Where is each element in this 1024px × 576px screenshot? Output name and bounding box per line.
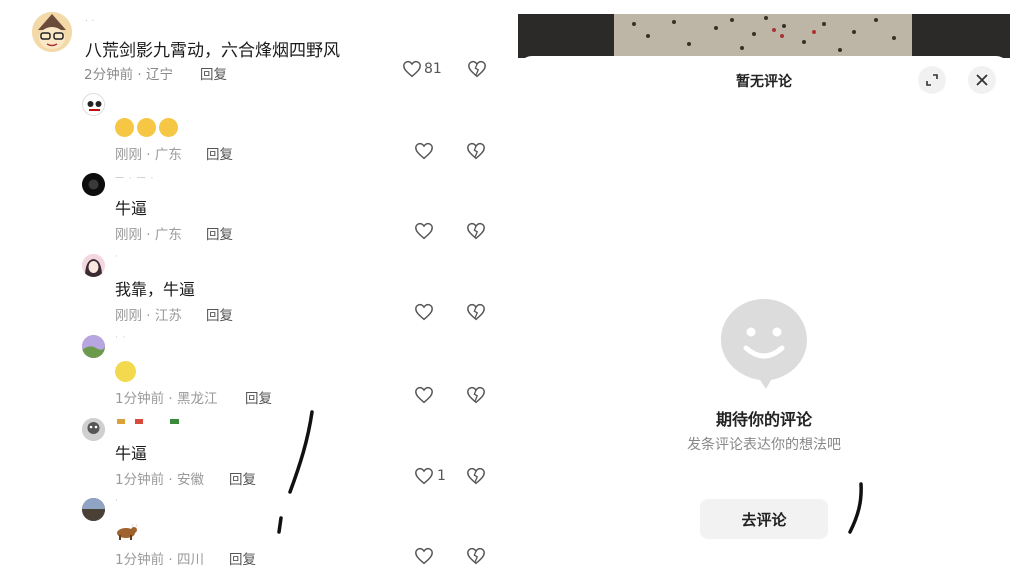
hand-drawn-stroke bbox=[848, 482, 863, 534]
reply-button[interactable]: 回复 bbox=[206, 304, 233, 324]
reply-item: 一 · 一 · 牛逼 刚刚 · 广东 回复 bbox=[82, 173, 502, 243]
dislike-button[interactable] bbox=[466, 303, 486, 321]
like-button[interactable] bbox=[414, 386, 434, 404]
dislike-button[interactable] bbox=[466, 386, 486, 404]
avatar[interactable] bbox=[32, 12, 72, 52]
comment-text: 牛逼 bbox=[115, 444, 148, 463]
crowd-image bbox=[614, 14, 912, 58]
reply-button[interactable]: 回复 bbox=[206, 143, 233, 163]
username-flag-icons bbox=[117, 419, 179, 424]
avatar-image bbox=[82, 498, 105, 521]
reply-item: · 我靠，牛逼 刚刚 · 江苏 回复 bbox=[82, 252, 502, 324]
username[interactable]: · bbox=[115, 252, 119, 262]
like-button[interactable] bbox=[414, 222, 434, 240]
like-count: 81 bbox=[424, 61, 442, 77]
avatar[interactable] bbox=[82, 498, 105, 521]
comment-meta: 刚刚 · 广东 bbox=[115, 227, 182, 243]
like-button[interactable] bbox=[414, 142, 434, 160]
emoji-row bbox=[115, 361, 139, 382]
empty-subtitle: 发条评论表达你的想法吧 bbox=[687, 437, 841, 453]
broken-heart-icon bbox=[467, 386, 485, 404]
avatar[interactable] bbox=[82, 93, 105, 116]
close-button[interactable] bbox=[968, 66, 996, 94]
reply-button[interactable]: 回复 bbox=[245, 387, 272, 407]
heart-icon bbox=[415, 547, 433, 565]
reply-item: 刚刚 · 广东 回复 bbox=[82, 93, 502, 163]
empty-comments-panel: 暂无评论 期待你的评论 发条评论表达你的想法吧 去评论 bbox=[518, 14, 1010, 576]
reply-item: · · 1分钟前 · 黑龙江 回复 bbox=[82, 333, 502, 410]
video-frame bbox=[614, 14, 912, 58]
dislike-button[interactable] bbox=[466, 222, 486, 240]
heart-icon bbox=[415, 303, 433, 321]
emoji-row bbox=[115, 523, 138, 544]
avatar-image bbox=[82, 173, 105, 196]
broken-heart-icon bbox=[467, 222, 485, 240]
comment-meta: 1分钟前 · 安徽 bbox=[115, 472, 204, 488]
close-icon bbox=[976, 74, 988, 86]
dislike-button[interactable] bbox=[466, 142, 486, 160]
hand-drawn-stroke bbox=[277, 410, 314, 534]
avatar[interactable] bbox=[82, 418, 105, 441]
fearful-face-emoji bbox=[137, 118, 156, 137]
reply-button[interactable]: 回复 bbox=[206, 223, 233, 243]
comment-text: 我靠，牛逼 bbox=[115, 280, 196, 299]
heart-icon bbox=[403, 60, 421, 78]
empty-title: 期待你的评论 bbox=[715, 410, 812, 429]
heart-icon bbox=[415, 467, 433, 485]
broken-heart-icon bbox=[467, 547, 485, 565]
fearful-face-emoji bbox=[159, 118, 178, 137]
username[interactable]: · · bbox=[85, 16, 95, 27]
avatar[interactable] bbox=[82, 335, 105, 358]
expand-icon bbox=[926, 74, 938, 86]
comment-meta: 刚刚 · 江苏 bbox=[115, 308, 182, 324]
comment-sheet: 暂无评论 期待你的评论 发条评论表达你的想法吧 去评论 bbox=[518, 56, 1010, 576]
broken-heart-icon bbox=[467, 142, 485, 160]
avatar-image bbox=[82, 254, 105, 277]
dislike-button[interactable] bbox=[466, 467, 486, 485]
dislike-button[interactable] bbox=[466, 547, 486, 565]
cartoon-avatar-icon bbox=[32, 12, 72, 52]
reply-button[interactable]: 回复 bbox=[229, 468, 256, 488]
comment-text: 八荒剑影九霄动，六合烽烟四野风 bbox=[85, 41, 340, 61]
broken-heart-icon bbox=[468, 60, 486, 78]
username[interactable]: · bbox=[115, 496, 119, 506]
broken-heart-icon bbox=[467, 467, 485, 485]
heart-icon bbox=[415, 222, 433, 240]
comment-meta: 1分钟前 · 黑龙江 bbox=[115, 391, 218, 407]
heart-icon bbox=[415, 142, 433, 160]
emoji-row bbox=[115, 117, 181, 137]
avatar[interactable] bbox=[82, 254, 105, 277]
like-count: 1 bbox=[437, 468, 446, 484]
broken-heart-icon bbox=[467, 303, 485, 321]
reply-button[interactable]: 回复 bbox=[200, 63, 227, 83]
avatar-image bbox=[82, 418, 105, 441]
like-button[interactable]: 1 bbox=[414, 467, 446, 485]
smiley-bubble-icon bbox=[721, 299, 807, 389]
smiling-face-emoji bbox=[115, 361, 136, 382]
username[interactable] bbox=[115, 416, 185, 429]
avatar[interactable] bbox=[82, 173, 105, 196]
go-comment-button[interactable]: 去评论 bbox=[700, 499, 828, 539]
expand-button[interactable] bbox=[918, 66, 946, 94]
heart-icon bbox=[415, 386, 433, 404]
video-preview[interactable] bbox=[518, 14, 1010, 58]
comment-meta: 2分钟前 · 辽宁 bbox=[84, 67, 173, 83]
comment-meta: 刚刚 · 广东 bbox=[115, 147, 182, 163]
ox-emoji bbox=[117, 523, 138, 540]
username[interactable]: 一 · 一 · bbox=[115, 171, 154, 184]
like-button[interactable] bbox=[414, 303, 434, 321]
top-comment: · · 八荒剑影九霄动，六合烽烟四野风 2分钟前 · 辽宁 回复 81 bbox=[30, 10, 500, 90]
avatar-image bbox=[82, 335, 105, 358]
fearful-face-emoji bbox=[115, 118, 134, 137]
reply-button[interactable]: 回复 bbox=[229, 548, 256, 568]
comment-meta: 1分钟前 · 四川 bbox=[115, 552, 204, 568]
like-button[interactable]: 81 bbox=[402, 60, 442, 78]
dislike-button[interactable] bbox=[467, 60, 487, 78]
username[interactable]: · · bbox=[115, 333, 127, 343]
avatar-image bbox=[84, 95, 104, 115]
comment-list-panel: · · 八荒剑影九霄动，六合烽烟四野风 2分钟前 · 辽宁 回复 81 刚刚 ·… bbox=[0, 0, 505, 576]
like-button[interactable] bbox=[414, 547, 434, 565]
comment-text: 牛逼 bbox=[115, 199, 148, 218]
